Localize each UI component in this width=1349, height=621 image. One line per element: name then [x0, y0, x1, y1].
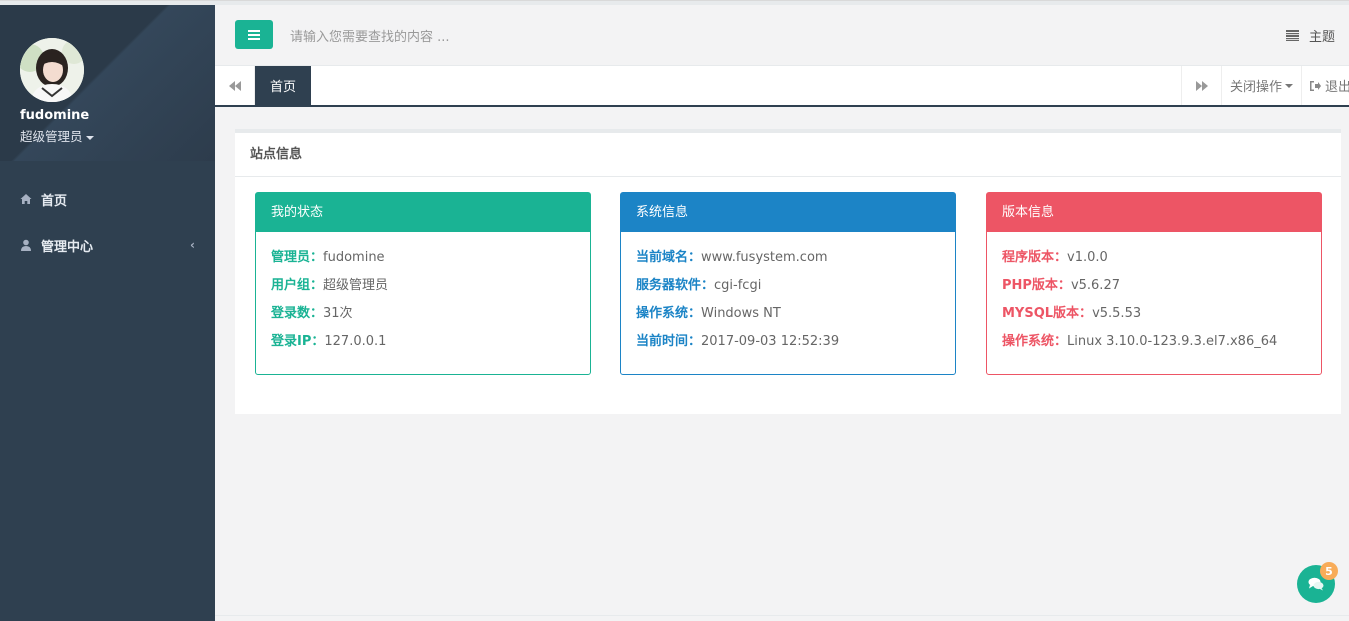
sidebar-item-label: 首页	[41, 193, 68, 209]
info-value: 2017-09-03 12:52:39	[701, 334, 840, 349]
info-key: 用户组：	[271, 278, 324, 293]
comments-icon	[1308, 577, 1324, 591]
info-key: 登录数：	[271, 306, 324, 321]
info-value: cgi-fcgi	[714, 278, 762, 293]
logout-button[interactable]: 退出	[1301, 66, 1349, 105]
info-value: v1.0.0	[1067, 250, 1108, 265]
home-icon	[20, 194, 32, 204]
avatar-image	[20, 38, 84, 102]
footer	[215, 615, 1349, 621]
user-icon	[21, 239, 31, 251]
info-row: 管理员：fudomine	[271, 246, 575, 274]
info-value: Windows NT	[701, 306, 781, 321]
info-key: PHP版本：	[1002, 278, 1071, 293]
info-value: Linux 3.10.0-123.9.3.el7.x86_64	[1067, 334, 1278, 349]
window-top-border	[0, 0, 1349, 5]
backward-icon	[228, 80, 241, 91]
info-row: 当前时间：2017-09-03 12:52:39	[636, 330, 940, 358]
caret-down-icon	[85, 135, 94, 140]
panel-title: 站点信息	[235, 133, 1341, 177]
info-key: 当前时间：	[636, 334, 702, 349]
sidebar-item-label: 管理中心	[41, 239, 94, 255]
my-status-card: 我的状态 管理员：fudomine 用户组：超级管理员 登录数：31次 登录IP…	[255, 192, 591, 375]
list-icon	[1285, 30, 1299, 41]
info-key: 管理员：	[271, 250, 324, 265]
chevron-left-icon: ‹	[190, 238, 195, 252]
info-row: 程序版本：v1.0.0	[1002, 246, 1306, 274]
sidebar: fudomine 超级管理员 首页 管理中心 ‹	[0, 0, 215, 621]
version-info-card: 版本信息 程序版本：v1.0.0 PHP版本：v5.6.27 MYSQL版本：v…	[986, 192, 1322, 375]
info-key: 操作系统：	[636, 306, 702, 321]
forward-icon	[1195, 80, 1208, 91]
card-title: 我的状态	[256, 193, 590, 232]
info-key: 服务器软件：	[636, 278, 715, 293]
info-row: 用户组：超级管理员	[271, 274, 575, 302]
info-row: 操作系统：Linux 3.10.0-123.9.3.el7.x86_64	[1002, 330, 1306, 358]
info-key: 程序版本：	[1002, 250, 1068, 265]
profile-panel: fudomine 超级管理员	[0, 5, 215, 161]
info-row: 当前域名：www.fusystem.com	[636, 246, 940, 274]
info-row: MYSQL版本：v5.5.53	[1002, 302, 1306, 330]
close-operations-label: 关闭操作	[1229, 80, 1282, 95]
info-row: 登录数：31次	[271, 302, 575, 330]
theme-label: 主题	[1308, 30, 1335, 45]
logout-label: 退出	[1325, 80, 1349, 95]
site-info-panel: 站点信息 我的状态 管理员：fudomine 用户组：超级管理员 登录数：31次…	[235, 129, 1341, 414]
sign-out-icon	[1310, 80, 1321, 91]
info-key: 登录IP：	[271, 334, 325, 349]
sidebar-item-admin-center[interactable]: 管理中心 ‹	[0, 222, 215, 268]
info-value: 31次	[323, 306, 353, 321]
card-title: 版本信息	[987, 193, 1321, 232]
avatar[interactable]	[20, 38, 84, 102]
user-name: fudomine	[20, 108, 90, 123]
info-value: v5.6.27	[1070, 278, 1120, 293]
user-role-label: 超级管理员	[20, 129, 83, 144]
sidebar-item-home[interactable]: 首页	[0, 176, 215, 222]
info-row: 操作系统：Windows NT	[636, 302, 940, 330]
info-value: fudomine	[323, 250, 385, 265]
toggle-sidebar-button[interactable]	[235, 20, 273, 49]
search-input[interactable]: 请输入您需要查找的内容 ...	[290, 26, 450, 45]
theme-button[interactable]: 主题	[1285, 26, 1335, 45]
info-row: 服务器软件：cgi-fcgi	[636, 274, 940, 302]
menu-icon	[248, 29, 260, 40]
tabs-bar: 首页 关闭操作 退出	[215, 66, 1349, 107]
info-key: MYSQL版本：	[1002, 306, 1093, 321]
tab-home[interactable]: 首页	[255, 66, 311, 105]
close-operations-dropdown[interactable]: 关闭操作	[1221, 66, 1301, 105]
info-value: 127.0.0.1	[324, 334, 387, 349]
user-role-dropdown[interactable]: 超级管理员	[20, 126, 94, 145]
caret-down-icon	[1285, 83, 1293, 88]
info-value: v5.5.53	[1092, 306, 1142, 321]
notification-badge: 5	[1320, 562, 1338, 580]
system-info-card: 系统信息 当前域名：www.fusystem.com 服务器软件：cgi-fcg…	[620, 192, 956, 375]
card-title: 系统信息	[621, 193, 955, 232]
info-row: 登录IP：127.0.0.1	[271, 330, 575, 358]
tab-scroll-left-button[interactable]	[215, 66, 255, 105]
info-key: 操作系统：	[1002, 334, 1068, 349]
tab-scroll-right-button[interactable]	[1181, 66, 1221, 105]
top-header: 请输入您需要查找的内容 ... 主题	[215, 5, 1349, 66]
info-key: 当前域名：	[636, 250, 702, 265]
info-value: 超级管理员	[323, 278, 389, 293]
info-value: www.fusystem.com	[701, 250, 828, 265]
info-row: PHP版本：v5.6.27	[1002, 274, 1306, 302]
